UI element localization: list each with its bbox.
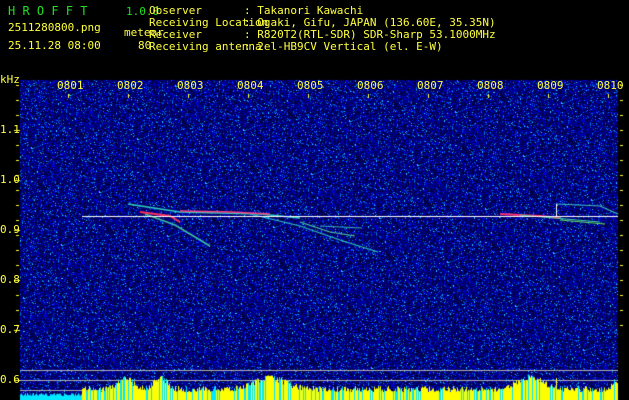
y-tick-label: 0.9 — [0, 223, 20, 236]
x-tick-label: 0806 — [357, 79, 384, 92]
y-tick-label: 1.1 — [0, 123, 20, 136]
x-tick-label: 0802 — [117, 79, 144, 92]
x-tick-label: 0805 — [297, 79, 324, 92]
spectrogram-canvas — [0, 0, 629, 400]
x-tick-label: 0807 — [417, 79, 444, 92]
y-tick-label: 0.6 — [0, 373, 20, 386]
datetime: 25.11.28 08:00 — [8, 39, 101, 52]
info-value-antenna: : 2el-HB9CV Vertical (el. E-W) — [244, 40, 443, 53]
x-tick-label: 0804 — [237, 79, 264, 92]
x-tick-label: 0809 — [537, 79, 564, 92]
filename: 2511280800.png — [8, 21, 101, 34]
x-tick-label: 0803 — [177, 79, 204, 92]
app-title: H R O F F T — [8, 4, 88, 18]
x-tick-label: 0808 — [477, 79, 504, 92]
y-axis-unit: kHz — [0, 73, 20, 86]
x-tick-label: 0801 — [57, 79, 84, 92]
y-tick-label: 0.8 — [0, 273, 20, 286]
y-tick-label: 0.7 — [0, 323, 20, 336]
x-tick-label: 0810 — [597, 79, 624, 92]
y-tick-label: 1.0 — [0, 173, 20, 186]
